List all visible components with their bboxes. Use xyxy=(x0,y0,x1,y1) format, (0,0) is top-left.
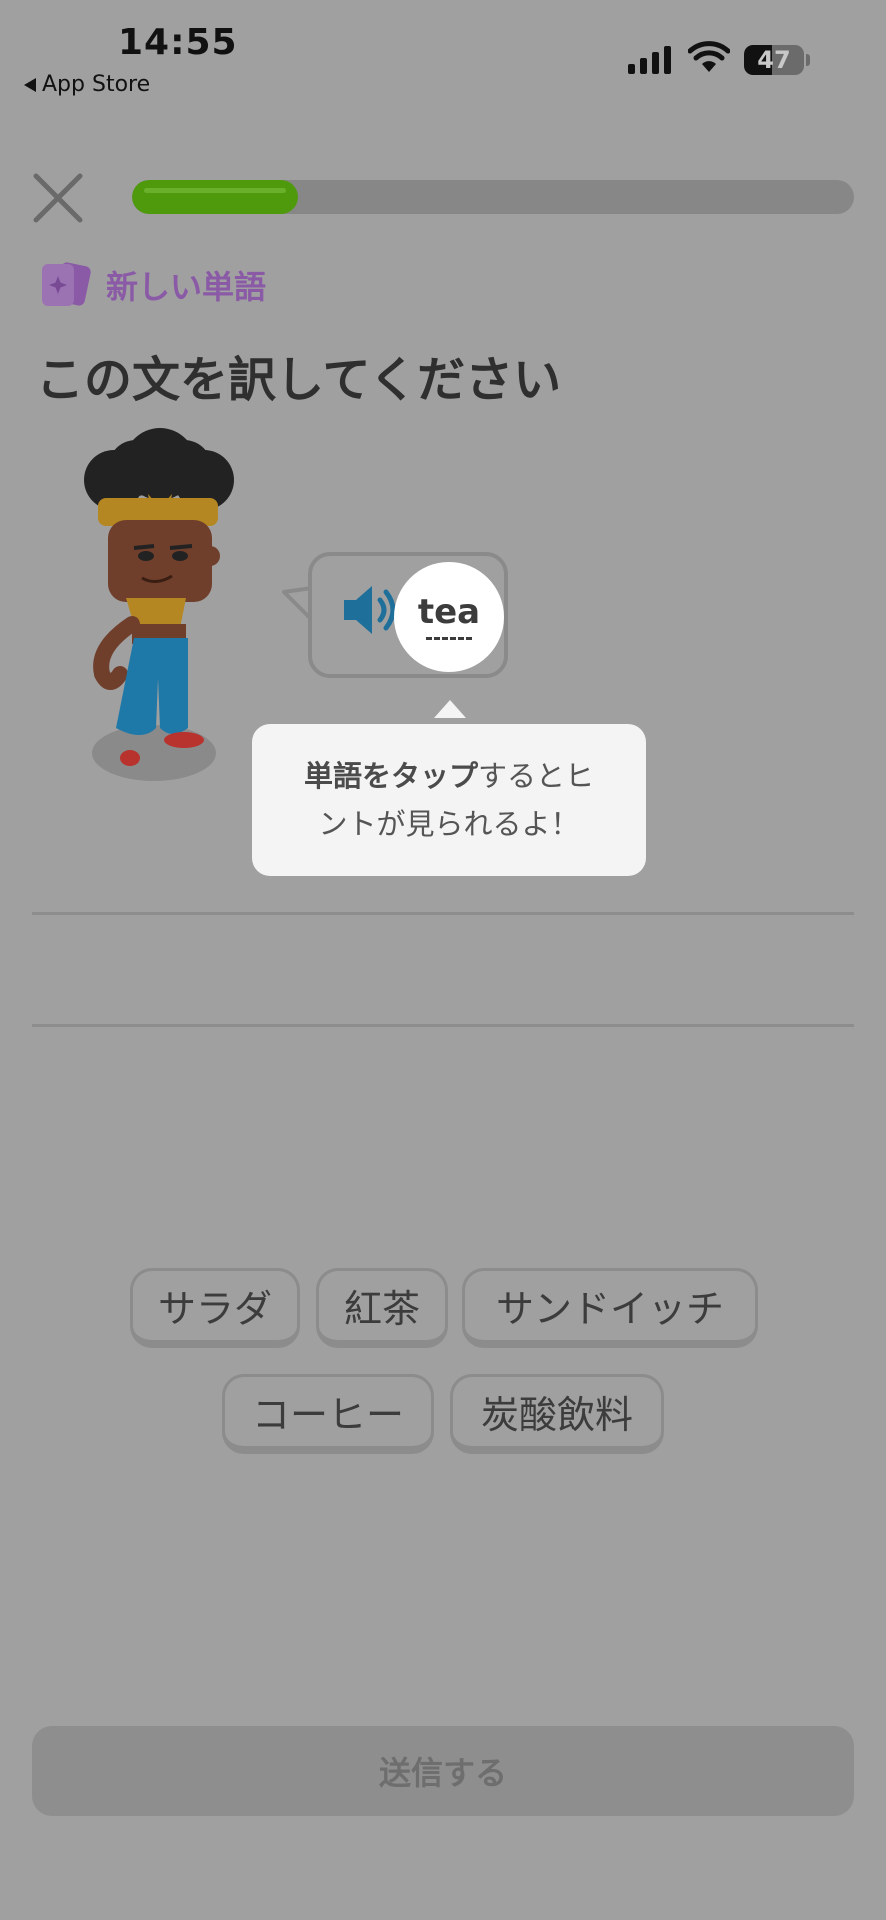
word-chip[interactable]: 炭酸飲料 xyxy=(450,1374,664,1454)
word-chip[interactable]: コーヒー xyxy=(222,1374,434,1454)
hint-tooltip: 単語をタップするとヒ ントが見られるよ！ xyxy=(252,724,646,876)
answer-line-1[interactable] xyxy=(32,912,854,915)
back-to-app-store[interactable]: App Store xyxy=(24,72,150,97)
close-icon[interactable] xyxy=(28,168,88,228)
tooltip-bold-text: 単語をタップ xyxy=(303,759,478,793)
status-time: 14:55 xyxy=(118,22,238,63)
speaker-icon[interactable] xyxy=(340,582,402,638)
word-chip[interactable]: サラダ xyxy=(130,1268,300,1348)
lesson-progress-fill xyxy=(132,180,299,214)
battery-icon: 47 xyxy=(744,45,804,75)
wifi-icon xyxy=(688,41,730,72)
hint-underline xyxy=(426,636,472,640)
battery-nub xyxy=(806,54,810,66)
submit-button[interactable]: 送信する xyxy=(32,1726,854,1816)
word-chip[interactable]: 紅茶 xyxy=(316,1268,448,1348)
instruction-title: この文を訳してください xyxy=(36,352,562,408)
back-arrow-icon xyxy=(24,77,36,92)
prompt-word: tea xyxy=(417,591,481,632)
answer-line-2[interactable] xyxy=(32,1024,854,1027)
new-word-badge: 新しい単語 xyxy=(40,262,266,308)
sparkle-card-icon xyxy=(42,262,91,306)
signal-icon xyxy=(628,44,671,74)
character-illustration xyxy=(84,428,234,781)
tooltip-text-rest: するとヒ xyxy=(478,759,595,793)
lesson-progress-bar xyxy=(132,180,854,214)
tooltip-arrow xyxy=(434,700,466,718)
back-label: App Store xyxy=(42,72,151,97)
tooltip-text-line2: ントが見られるよ！ xyxy=(318,807,580,841)
new-word-label: 新しい単語 xyxy=(106,268,267,306)
word-chip[interactable]: サンドイッチ xyxy=(462,1268,758,1348)
prompt-word-button[interactable]: tea xyxy=(394,562,504,672)
battery-percent: 47 xyxy=(757,46,791,74)
